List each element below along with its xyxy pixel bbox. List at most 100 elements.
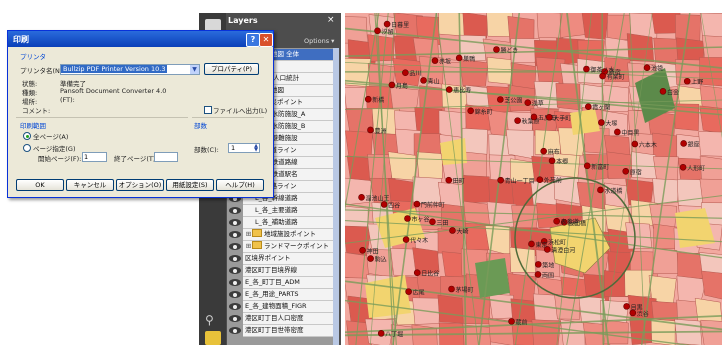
- ok-button[interactable]: OK: [16, 179, 64, 191]
- layer-row[interactable]: 港区町丁目境界線: [227, 265, 339, 277]
- dialog-title: 印刷: [13, 35, 29, 44]
- print-to-file-checkbox[interactable]: [204, 106, 212, 114]
- map-block: [412, 176, 442, 205]
- station-marker: [380, 201, 388, 208]
- station-label: 巣鴨: [463, 55, 475, 63]
- map-block: [345, 252, 370, 281]
- station-marker: [404, 215, 411, 222]
- layer-row[interactable]: ⊞ 地域施設ポイント: [227, 229, 339, 241]
- yellow-area: [570, 109, 600, 135]
- layer-row[interactable]: ⊞ ランドマークポイント: [227, 241, 339, 253]
- station-label: 八丁堀: [385, 330, 403, 338]
- all-pages-label: 全ページ(A): [33, 133, 69, 141]
- station-label: 浜松町: [548, 238, 566, 246]
- layer-cell: ⊞ 地域施設ポイント: [243, 229, 339, 241]
- layer-row[interactable]: E_各_町丁目_ADM: [227, 277, 339, 289]
- eye-icon[interactable]: [229, 243, 241, 250]
- all-pages-radio[interactable]: [23, 132, 31, 140]
- map-block: [462, 175, 490, 204]
- end-page-input[interactable]: [154, 152, 178, 162]
- layer-label: 港区町丁目世帯密度: [245, 326, 304, 334]
- options-menu[interactable]: Options ▾: [304, 37, 334, 45]
- folder-icon: [252, 229, 262, 237]
- station-label: 原宿: [630, 168, 642, 176]
- station-label: 市ヶ谷: [411, 215, 429, 223]
- eye-icon[interactable]: [229, 207, 241, 214]
- station-marker: [429, 218, 436, 226]
- eye-icon[interactable]: [229, 219, 241, 226]
- station-label: 大塚: [605, 120, 617, 128]
- station-label: 勝どき: [500, 47, 518, 55]
- layer-label: L_各_主要道路: [255, 206, 298, 214]
- station-label: 六本木: [639, 141, 657, 149]
- layer-cell: ⊞ ランドマークポイント: [243, 241, 339, 253]
- help-button[interactable]: ?: [246, 33, 260, 47]
- station-marker: [431, 57, 439, 64]
- layer-row[interactable]: 港区町丁目世帯密度: [227, 325, 339, 337]
- eye-icon[interactable]: [229, 279, 241, 286]
- map-block: [488, 293, 515, 320]
- station-label: 有楽町: [607, 73, 625, 81]
- expand-toggle-icon[interactable]: ⊞: [245, 241, 252, 252]
- expand-toggle-icon[interactable]: ⊞: [245, 229, 252, 240]
- layers-icon[interactable]: [205, 331, 221, 345]
- station-marker: [583, 162, 591, 170]
- start-page-input[interactable]: 1: [82, 152, 107, 162]
- help-dialog-button[interactable]: ヘルプ(H): [216, 179, 264, 191]
- eye-icon[interactable]: [229, 231, 241, 238]
- station-label: 白金: [667, 88, 679, 96]
- eye-icon[interactable]: [229, 255, 241, 262]
- layer-label: L_各_補助道路: [255, 218, 298, 226]
- page-range-label: ページ指定(G): [33, 145, 76, 153]
- chevron-down-icon[interactable]: ▼: [190, 65, 199, 74]
- layer-row[interactable]: E_各_用途_PARTS: [227, 289, 339, 301]
- eye-icon[interactable]: [229, 303, 241, 310]
- eye-icon[interactable]: [229, 315, 241, 322]
- map-block: [416, 151, 443, 179]
- station-label: 月島: [396, 82, 408, 90]
- layer-row[interactable]: 区境界ポイント: [227, 253, 339, 265]
- station-marker: [679, 163, 687, 171]
- station-label: 田町: [453, 178, 465, 185]
- station-label: 代々木: [410, 237, 428, 245]
- layer-row[interactable]: L_各_主要道路: [227, 205, 339, 217]
- copies-input[interactable]: 1 ▲ ▼: [228, 143, 260, 153]
- layer-label: ランドマークポイント: [264, 242, 329, 250]
- station-label: 豊洲: [374, 127, 386, 135]
- close-button[interactable]: ✕: [259, 33, 273, 47]
- map-canvas: 新宿渋谷代々木原宿四谷赤坂六本木青山新橋浜松町品川目黒恵比寿神田上野秋葉原御茶ノ…: [345, 13, 722, 345]
- dialog-titlebar[interactable]: 印刷 ? ✕: [8, 31, 273, 47]
- cancel-button[interactable]: キャンセル: [66, 179, 114, 191]
- station-label: 秋葉原: [522, 118, 540, 126]
- options-button[interactable]: オプション(O): [116, 179, 164, 191]
- eye-icon[interactable]: [229, 327, 241, 334]
- station-marker: [367, 255, 374, 262]
- layer-row[interactable]: E_各_建物面積_FIGR: [227, 301, 339, 313]
- printer-group-label: プリンタ: [20, 53, 46, 61]
- station-label: 霞ヶ関: [592, 105, 610, 112]
- layer-row[interactable]: L_各_補助道路: [227, 217, 339, 229]
- spinner-arrows-icon[interactable]: ▲ ▼: [254, 144, 258, 153]
- attachment-icon[interactable]: ⚲: [205, 313, 221, 327]
- close-icon[interactable]: ×: [327, 15, 335, 25]
- page-range-radio[interactable]: [23, 144, 31, 152]
- layer-row[interactable]: 港区町丁目人口密度: [227, 313, 339, 325]
- station-label: 四谷: [388, 201, 400, 209]
- eye-icon[interactable]: [229, 291, 241, 298]
- station-label: 青山一丁目: [505, 177, 535, 185]
- station-marker: [524, 99, 532, 107]
- divider: [16, 117, 188, 118]
- page-setup-button[interactable]: 用紙設定(S): [166, 179, 214, 191]
- station-marker: [548, 157, 556, 165]
- map-view[interactable]: 新宿 渋谷 代々木 原宿 四谷 赤坂 六本木 青山 新橋 浜松町 品川 目黒 恵比寿 神田 上野 秋葉原 御茶ノ…: [345, 13, 722, 345]
- station-label: 青山: [428, 77, 440, 85]
- eye-icon[interactable]: [229, 267, 241, 274]
- map-block: [387, 151, 417, 181]
- printer-select[interactable]: Bullzip PDF Printer Version 10.3 ▼: [60, 64, 200, 75]
- station-label: 日暮里: [391, 21, 409, 29]
- station-label: 溜池山王: [366, 194, 390, 202]
- scrollbar[interactable]: [333, 48, 339, 345]
- properties-button[interactable]: プロパティ(P): [204, 63, 259, 75]
- station-marker: [364, 95, 372, 103]
- copies-value: 1: [231, 144, 236, 152]
